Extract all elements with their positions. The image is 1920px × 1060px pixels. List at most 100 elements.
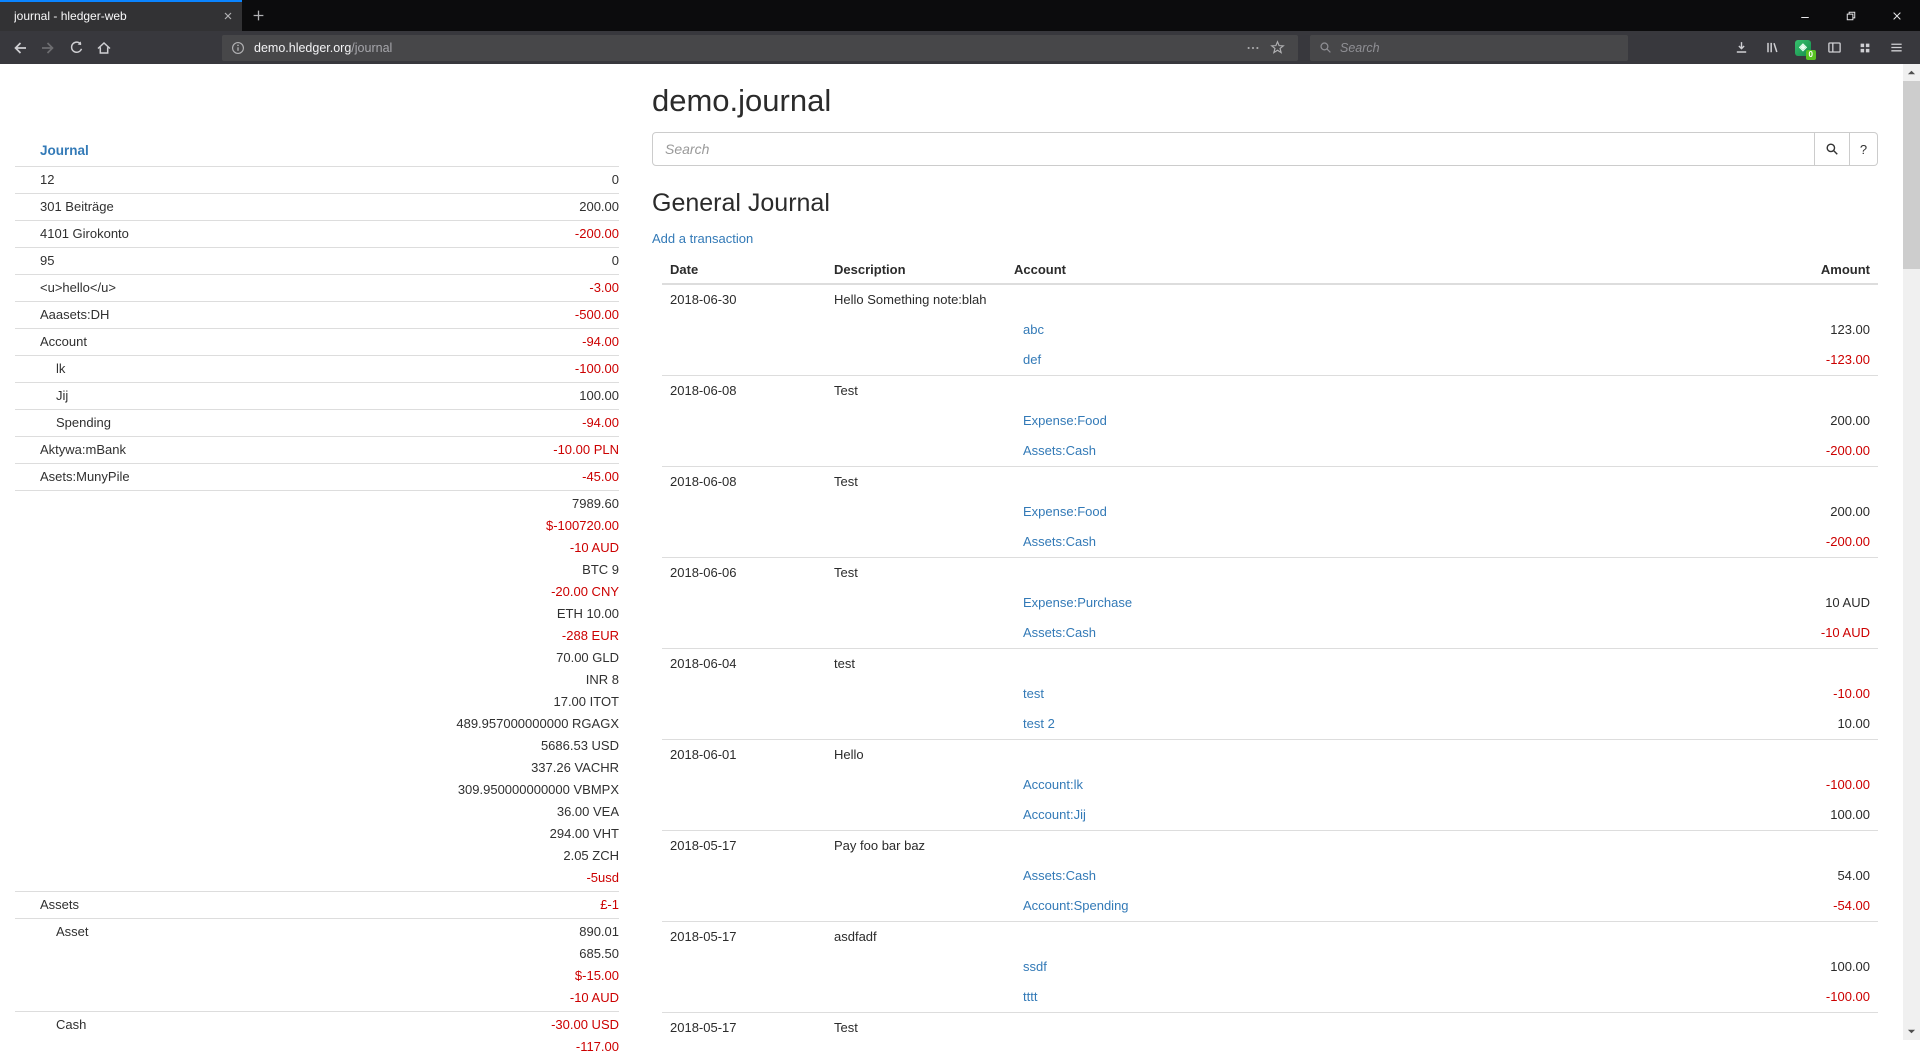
transaction-row: 2018-06-08Test (662, 466, 1878, 497)
search-icon (1319, 41, 1332, 54)
account-balance-cell: 100.00 (265, 383, 619, 410)
downloads-button[interactable] (1727, 35, 1755, 61)
posting-account-link[interactable]: test (1023, 686, 1044, 701)
account-balance: BTC 9 (265, 559, 619, 581)
account-name-cell (15, 491, 265, 892)
browser-search-bar[interactable]: Search (1310, 35, 1628, 61)
sidebar-account-link[interactable]: 12 (40, 172, 54, 187)
sidebar-account-row: 120 (15, 167, 619, 194)
scrollbar-down-arrow[interactable] (1903, 1023, 1920, 1040)
empty-date-cell (662, 527, 826, 558)
extension-button[interactable]: ◈ 0 (1789, 35, 1817, 61)
posting-account-cell: Account:lk (1006, 770, 1658, 800)
posting-account-link[interactable]: abc (1023, 322, 1044, 337)
account-balance: 100.00 (265, 385, 619, 407)
empty-description-cell (826, 406, 1006, 436)
sidebar-account-link[interactable]: Account (40, 334, 87, 349)
posting-account-link[interactable]: Expense:Food (1023, 504, 1107, 519)
transaction-row: 2018-05-17asdfadf (662, 921, 1878, 952)
posting-row: Expense:Food200.00 (662, 406, 1878, 436)
sidebar-account-row: 301 Beiträge200.00 (15, 194, 619, 221)
posting-account-link[interactable]: Assets:Cash (1023, 443, 1096, 458)
site-info-icon[interactable] (231, 41, 245, 55)
tab-close-icon[interactable] (222, 10, 234, 22)
scrollbar-thumb[interactable] (1903, 81, 1920, 269)
menu-button[interactable] (1882, 35, 1910, 61)
search-help-button[interactable]: ? (1850, 132, 1878, 166)
posting-row: Expense:Purchase10 AUD (662, 588, 1878, 618)
empty-date-cell (662, 861, 826, 891)
empty-date-cell (662, 891, 826, 922)
close-button[interactable] (1874, 0, 1920, 31)
page-actions-button[interactable] (1241, 41, 1265, 55)
sidebar-account-link[interactable]: Aaasets:DH (40, 307, 109, 322)
sidebar-account-row: 4101 Girokonto-200.00 (15, 221, 619, 248)
sidebar-account-link[interactable]: Assets (40, 897, 79, 912)
restore-button[interactable] (1828, 0, 1874, 31)
account-balance-cell: -94.00 (265, 329, 619, 356)
account-balance: 36.00 VEA (265, 801, 619, 823)
sidebar-account-link[interactable]: Jij (56, 388, 68, 403)
posting-account-link[interactable]: tttt (1023, 989, 1037, 1004)
back-button[interactable] (6, 35, 34, 61)
journal-search-button[interactable] (1815, 132, 1850, 166)
home-button[interactable] (90, 35, 118, 61)
account-balance: -10 AUD (265, 537, 619, 559)
posting-account-link[interactable]: Account:lk (1023, 777, 1083, 792)
sidebar-account-link[interactable]: 4101 Girokonto (40, 226, 129, 241)
sidebar-account-row: Asset890.01685.50$-15.00-10 AUD (15, 919, 619, 1012)
sidebar-account-link[interactable]: Asset (56, 924, 89, 939)
sidebar-account-link[interactable]: 301 Beiträge (40, 199, 114, 214)
account-balance: 489.957000000000 RGAGX (265, 713, 619, 735)
posting-account-link[interactable]: Assets:Cash (1023, 868, 1096, 883)
empty-date-cell (662, 800, 826, 831)
posting-account-link[interactable]: test 2 (1023, 716, 1055, 731)
empty-date-cell (662, 406, 826, 436)
posting-account-link[interactable]: Expense:Food (1023, 413, 1107, 428)
empty-date-cell (662, 618, 826, 649)
empty-account-cell (1006, 830, 1658, 861)
transaction-date: 2018-05-17 (662, 830, 826, 861)
sidebar-account-link[interactable]: <u>hello</u> (40, 280, 116, 295)
sidebar-account-link[interactable]: Asets:MunyPile (40, 469, 130, 484)
bookmark-star-button[interactable] (1265, 40, 1289, 55)
browser-tab[interactable]: journal - hledger-web (0, 0, 242, 31)
scrollbar-up-arrow[interactable] (1903, 64, 1920, 81)
posting-account-link[interactable]: ssdf (1023, 959, 1047, 974)
sidebar-account-link[interactable]: Spending (56, 415, 111, 430)
sidebar-account-link[interactable]: Aktywa:mBank (40, 442, 126, 457)
posting-account-link[interactable]: Assets:Cash (1023, 625, 1096, 640)
posting-account-link[interactable]: Account:Spending (1023, 898, 1129, 913)
new-tab-button[interactable] (242, 0, 274, 31)
account-balance: -94.00 (265, 331, 619, 353)
account-name-cell: 12 (15, 167, 265, 194)
posting-account-link[interactable]: Assets:Cash (1023, 534, 1096, 549)
accounts-table: 120301 Beiträge200.004101 Girokonto-200.… (15, 166, 619, 1060)
minimize-button[interactable] (1782, 0, 1828, 31)
empty-account-cell (1006, 375, 1658, 406)
account-balance-cell: -500.00 (265, 302, 619, 329)
posting-account-link[interactable]: def (1023, 352, 1041, 367)
posting-amount: 200.00 (1658, 497, 1878, 527)
journal-search-input[interactable] (652, 132, 1815, 166)
posting-account-link[interactable]: Expense:Purchase (1023, 595, 1132, 610)
empty-description-cell (826, 952, 1006, 982)
posting-account-link[interactable]: Account:Jij (1023, 807, 1086, 822)
apps-button[interactable] (1851, 35, 1879, 61)
sidebar-account-link[interactable]: Cash (56, 1017, 86, 1032)
sidebar-journal-link[interactable]: Journal (15, 143, 89, 166)
posting-account-cell: Assets:Cash (1006, 436, 1658, 467)
reload-button[interactable] (62, 35, 90, 61)
sidebar-account-link[interactable]: lk (56, 361, 65, 376)
toolbar-right-icons: ◈ 0 (1727, 35, 1914, 61)
add-transaction-link[interactable]: Add a transaction (652, 231, 753, 246)
sidebars-button[interactable] (1820, 35, 1848, 61)
page-scrollbar[interactable] (1903, 64, 1920, 1040)
url-bar[interactable]: demo.hledger.org/journal (222, 35, 1298, 61)
forward-button[interactable] (34, 35, 62, 61)
sidebar-account-link[interactable]: 95 (40, 253, 54, 268)
transaction-date: 2018-06-08 (662, 466, 826, 497)
empty-description-cell (826, 588, 1006, 618)
account-balance-cell: 7989.60$-100720.00-10 AUDBTC 9-20.00 CNY… (265, 491, 619, 892)
library-button[interactable] (1758, 35, 1786, 61)
